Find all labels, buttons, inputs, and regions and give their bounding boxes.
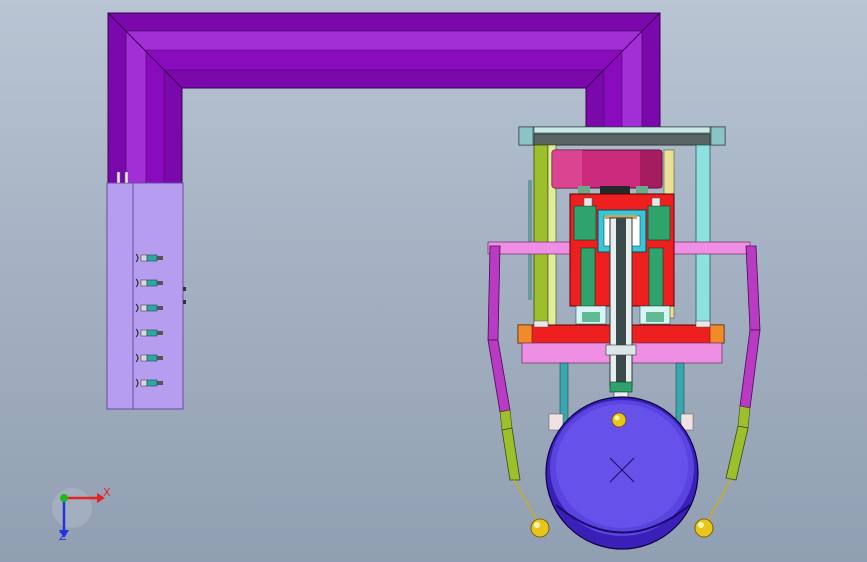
wheel-hub-ball xyxy=(611,412,627,428)
control-cabinet[interactable] xyxy=(106,171,186,410)
left-counterweight-ball xyxy=(530,518,550,538)
axis-x-label: X xyxy=(103,486,111,499)
right-column xyxy=(695,144,711,326)
cabinet-vent xyxy=(116,171,121,184)
guide-rod xyxy=(580,247,596,307)
guide-rod xyxy=(648,247,664,307)
cad-viewport[interactable]: X Z xyxy=(0,0,867,562)
left-column xyxy=(533,144,549,326)
right-counterweight-ball xyxy=(694,518,714,538)
axis-z-label: Z xyxy=(59,530,67,543)
cabinet-vent xyxy=(124,171,129,184)
assembly-drawing[interactable] xyxy=(0,0,867,562)
lift-mechanism[interactable] xyxy=(487,126,751,431)
wheel-assembly[interactable] xyxy=(545,396,699,550)
axis-y-marker xyxy=(60,494,68,502)
